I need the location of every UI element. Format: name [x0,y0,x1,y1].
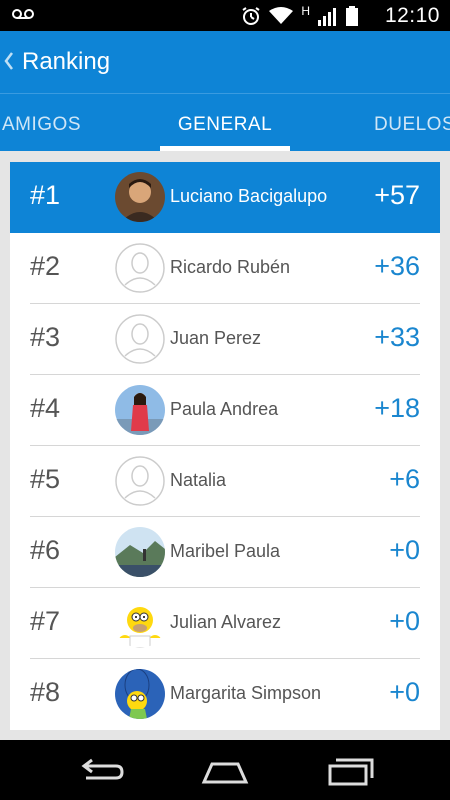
player-name: Maribel Paula [170,541,281,561]
default-avatar-icon [115,314,165,364]
tab-general[interactable]: GENERAL [160,94,290,151]
player-name: Juan Perez [170,328,262,348]
player-points: +33 [374,322,420,352]
rank-number: #3 [30,322,61,352]
photo-landscape-icon [115,527,165,577]
default-avatar-icon [115,456,165,506]
ranking-row[interactable]: #8 Margarita Simpson +0 [10,659,440,730]
signal-icon [318,8,336,26]
ranking-row[interactable]: #3 Juan Perez +33 [10,304,440,375]
homer-cartoon-icon [115,598,165,648]
marge-cartoon-icon [115,669,165,719]
player-name: Paula Andrea [170,399,279,419]
battery-icon [346,6,358,26]
ranking-list: #1 Luciano Bacigalupo +57 #2 Ricardo Rub… [10,162,440,730]
tab-bar: AMIGOS GENERAL DUELOS [0,93,450,151]
player-name: Margarita Simpson [170,683,322,703]
ranking-row[interactable]: #2 Ricardo Rubén +36 [10,233,440,304]
ranking-row[interactable]: #1 Luciano Bacigalupo +57 [10,162,440,233]
player-points: +6 [389,464,420,494]
wifi-icon [269,7,294,24]
back-chevron-icon[interactable] [4,51,14,71]
rank-number: #2 [30,251,61,281]
recent-apps-icon[interactable] [326,754,376,788]
action-bar: Ranking [0,31,450,93]
rank-number: #1 [30,180,61,210]
player-points: +0 [389,677,420,707]
photo-woman-icon [115,385,165,435]
player-name: Ricardo Rubén [170,257,291,277]
tab-amigos[interactable]: AMIGOS [2,94,81,151]
rank-number: #4 [30,393,61,423]
page-title[interactable]: Ranking [22,48,110,76]
player-name: Luciano Bacigalupo [170,186,328,206]
tab-duelos[interactable]: DUELOS [374,94,450,151]
voicemail-icon [12,9,34,19]
rank-number: #5 [30,464,61,494]
photo-man-icon [115,172,165,222]
ranking-row[interactable]: #6 Maribel Paula +0 [10,517,440,588]
ranking-row[interactable]: #5 Natalia +6 [10,446,440,517]
network-type-label: H [301,4,310,18]
navigation-bar [0,740,450,800]
player-points: +18 [374,393,420,423]
rank-number: #6 [30,535,61,565]
player-name: Natalia [170,470,227,490]
status-icons: H [241,4,358,27]
ranking-row[interactable]: #7 Julian Alvarez +0 [10,588,440,659]
alarm-icon [242,7,260,25]
clock: 12:10 [384,4,440,27]
player-points: +57 [374,180,420,210]
ranking-row[interactable]: #4 Paula Andrea +18 [10,375,440,446]
player-name: Julian Alvarez [170,612,282,632]
player-points: +0 [389,606,420,636]
player-points: +36 [374,251,420,281]
active-tab-indicator [160,146,290,151]
status-bar: H 12:10 [0,0,450,31]
back-icon[interactable] [76,754,126,788]
rank-number: #7 [30,606,61,636]
rank-number: #8 [30,677,61,707]
home-icon[interactable] [200,754,250,788]
default-avatar-icon [115,243,165,293]
player-points: +0 [389,535,420,565]
